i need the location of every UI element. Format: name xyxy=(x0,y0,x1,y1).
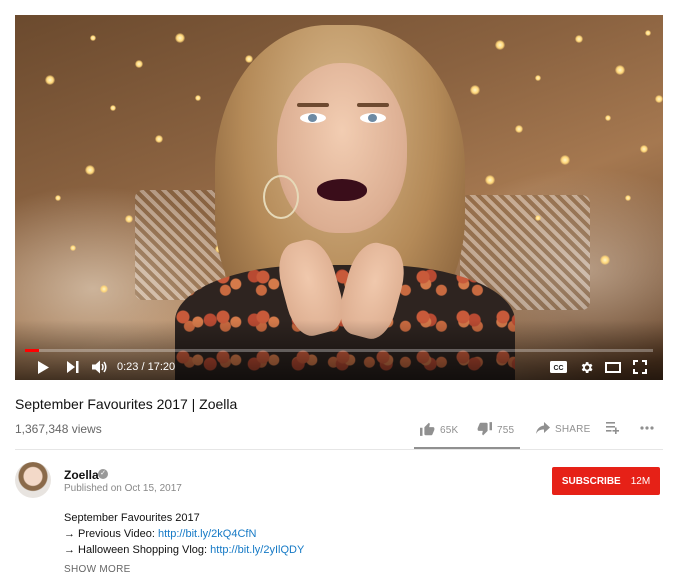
description-line-2: → Previous Video: http://bit.ly/2kQ4CfN xyxy=(64,528,257,540)
fairy-light xyxy=(515,125,523,133)
fairy-light xyxy=(100,285,108,293)
next-button[interactable] xyxy=(65,358,81,376)
settings-icon xyxy=(579,360,594,375)
fairy-light xyxy=(535,215,541,221)
fairy-light xyxy=(70,245,76,251)
svg-text:CC: CC xyxy=(553,365,563,372)
more-icon xyxy=(640,422,654,433)
fairy-light xyxy=(535,75,541,81)
show-more-button[interactable]: SHOW MORE xyxy=(64,564,131,575)
left-eyebrow xyxy=(297,103,329,107)
description-line-3: → Halloween Shopping Vlog: http://bit.ly… xyxy=(64,544,305,556)
fairy-light xyxy=(195,95,201,101)
thumbs-up-icon xyxy=(420,422,435,439)
fairy-light xyxy=(645,30,651,36)
verified-check-icon: ✓ xyxy=(98,469,108,479)
add-to-playlist-icon xyxy=(606,422,620,437)
share-button[interactable]: SHARE xyxy=(536,422,590,437)
hoop-earring xyxy=(263,175,299,219)
right-eyebrow xyxy=(357,103,389,107)
like-button[interactable]: 65K xyxy=(420,422,458,439)
fairy-light xyxy=(45,75,55,85)
fairy-light xyxy=(640,145,648,153)
right-eye xyxy=(360,113,386,123)
fairy-light xyxy=(625,195,631,201)
settings-button[interactable] xyxy=(577,358,595,376)
time-display: 0:23 / 17:20 xyxy=(117,361,176,373)
fairy-light xyxy=(655,95,663,103)
dislike-count: 755 xyxy=(497,425,515,436)
section-divider xyxy=(15,449,663,450)
description-line-1: September Favourites 2017 xyxy=(64,512,200,524)
volume-button[interactable] xyxy=(91,358,109,376)
channel-avatar[interactable] xyxy=(15,462,51,498)
fairy-light xyxy=(55,195,61,201)
subscribe-label: SUBSCRIBE xyxy=(561,475,621,487)
previous-video-link[interactable]: http://bit.ly/2kQ4CfN xyxy=(158,528,256,540)
thumbs-down-icon xyxy=(477,422,492,439)
person-lips xyxy=(317,179,367,201)
fullscreen-button[interactable] xyxy=(631,358,649,376)
fairy-light xyxy=(90,35,96,41)
theater-mode-button[interactable] xyxy=(603,358,623,376)
share-icon xyxy=(536,422,550,437)
add-to-playlist-button[interactable] xyxy=(606,422,620,437)
fairy-light xyxy=(560,155,570,165)
fairy-light xyxy=(615,65,625,75)
fairy-light xyxy=(155,135,163,143)
fairy-light xyxy=(495,40,505,50)
fairy-light xyxy=(175,33,185,43)
subscribe-button[interactable]: SUBSCRIBE 12M xyxy=(552,467,660,495)
channel-name[interactable]: Zoella xyxy=(64,468,99,482)
fairy-light xyxy=(85,165,95,175)
fairy-light xyxy=(600,255,610,265)
left-eye xyxy=(300,113,326,123)
fairy-light xyxy=(135,60,143,68)
play-icon xyxy=(37,360,49,374)
fairy-light xyxy=(575,35,583,43)
video-title: September Favourites 2017 | Zoella xyxy=(15,396,238,412)
captions-icon: CC xyxy=(549,361,567,373)
like-count: 65K xyxy=(440,425,459,436)
volume-icon xyxy=(92,360,108,374)
halloween-vlog-link[interactable]: http://bit.ly/2yIlQDY xyxy=(210,544,304,556)
view-count: 1,367,348 views xyxy=(15,422,102,436)
fairy-light xyxy=(125,215,133,223)
subscriber-count: 12M xyxy=(630,475,651,487)
progress-bar-played xyxy=(25,349,39,352)
publish-date: Published on Oct 15, 2017 xyxy=(64,483,182,494)
fairy-light xyxy=(110,105,116,111)
fairy-light xyxy=(605,115,611,121)
more-actions-button[interactable] xyxy=(640,422,654,433)
fairy-light xyxy=(485,175,495,185)
share-label: SHARE xyxy=(555,424,591,435)
theater-mode-icon xyxy=(605,361,621,373)
dislike-button[interactable]: 755 xyxy=(477,422,514,439)
captions-button[interactable]: CC xyxy=(549,358,567,376)
fullscreen-icon xyxy=(633,360,647,374)
play-button[interactable] xyxy=(35,358,51,376)
fairy-light xyxy=(470,85,480,95)
progress-bar[interactable] xyxy=(25,349,653,352)
video-player[interactable]: 0:23 / 17:20 CC xyxy=(15,15,663,380)
next-icon xyxy=(67,361,79,373)
